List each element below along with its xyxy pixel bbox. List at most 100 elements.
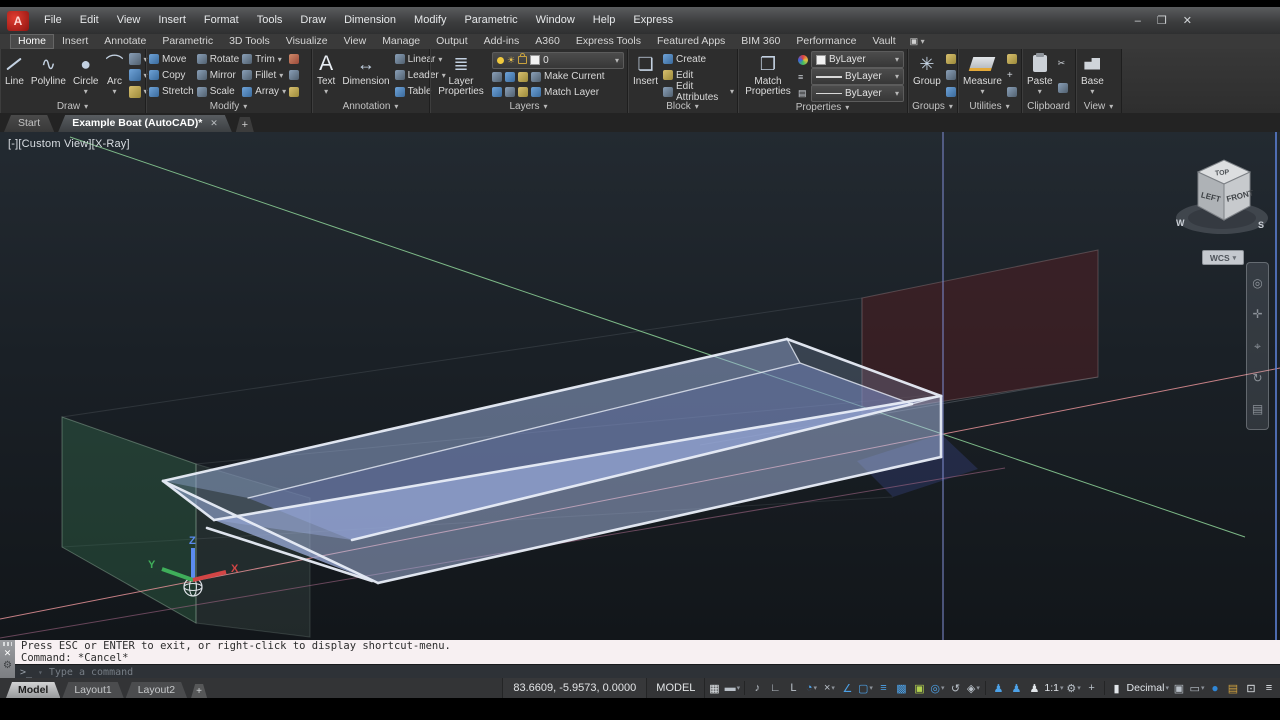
- snap-mode-icon[interactable]: ▬: [723, 679, 741, 697]
- lineweight-list-icon[interactable]: ▤: [798, 87, 808, 101]
- minimize-icon[interactable]: –: [1135, 15, 1141, 27]
- menu-help[interactable]: Help: [584, 7, 625, 34]
- model-space-button[interactable]: MODEL: [647, 678, 706, 698]
- menu-file[interactable]: File: [35, 7, 71, 34]
- layer-tool-icon[interactable]: [492, 71, 502, 82]
- circle-button[interactable]: ● Circle: [71, 51, 101, 100]
- text-button[interactable]: A Text: [315, 51, 337, 100]
- trim-button[interactable]: Trim: [242, 52, 286, 66]
- stretch-button[interactable]: Stretch: [149, 85, 194, 99]
- annotation-autoscale-icon[interactable]: ♟: [1007, 679, 1025, 697]
- ribbon-display-toggle-icon[interactable]: ▣: [910, 34, 925, 49]
- quick-calc-tool-icon[interactable]: [1006, 85, 1017, 99]
- layer-tool-icon[interactable]: [505, 87, 515, 98]
- menu-dimension[interactable]: Dimension: [335, 7, 405, 34]
- tab-insert[interactable]: Insert: [54, 34, 96, 49]
- menu-tools[interactable]: Tools: [248, 7, 292, 34]
- dimension-button[interactable]: ↔ Dimension: [340, 51, 391, 100]
- tab-vault[interactable]: Vault: [865, 34, 904, 49]
- panel-label-properties[interactable]: Properties: [738, 102, 907, 113]
- tab-featured-apps[interactable]: Featured Apps: [649, 34, 733, 49]
- ortho-mode-icon[interactable]: L: [784, 679, 802, 697]
- linetype-list-icon[interactable]: ≡: [798, 70, 808, 84]
- match-layer-row[interactable]: Match Layer: [492, 85, 624, 99]
- group-edit-tool-icon[interactable]: [945, 68, 956, 82]
- full-navigation-wheel-icon[interactable]: ◎: [1252, 277, 1262, 289]
- layer-tool-icon[interactable]: [531, 87, 541, 98]
- panel-label-groups[interactable]: Groups: [908, 100, 957, 113]
- copy-button[interactable]: Copy: [149, 68, 194, 82]
- viewcube[interactable]: W S TOP LEFT FRONT: [1168, 144, 1272, 256]
- tab-performance[interactable]: Performance: [788, 34, 864, 49]
- panel-label-utilities[interactable]: Utilities: [958, 100, 1021, 113]
- ellipse-tool-icon[interactable]: [128, 68, 148, 82]
- units-dropdown[interactable]: Decimal: [1126, 679, 1170, 697]
- erase-tool-icon[interactable]: [289, 52, 300, 66]
- menu-format[interactable]: Format: [195, 7, 248, 34]
- units-ruler-icon[interactable]: ▮: [1108, 679, 1126, 697]
- panel-label-annotation[interactable]: Annotation: [312, 100, 429, 113]
- panel-label-view[interactable]: View: [1076, 100, 1121, 113]
- share-design-view-icon[interactable]: ▤: [1224, 679, 1242, 697]
- menu-insert[interactable]: Insert: [149, 7, 195, 34]
- layer-tool-icon[interactable]: [518, 71, 528, 82]
- make-current-row[interactable]: Make Current: [492, 70, 624, 84]
- wcs-dropdown[interactable]: WCS: [1202, 250, 1244, 265]
- grid-display-icon[interactable]: ▦: [705, 679, 723, 697]
- workspace-switching-icon[interactable]: ⚙: [1065, 679, 1083, 697]
- selection-filtering-icon[interactable]: ◈: [964, 679, 982, 697]
- panel-label-clipboard[interactable]: Clipboard: [1022, 100, 1075, 113]
- tab-output[interactable]: Output: [428, 34, 476, 49]
- insert-block-button[interactable]: ❏ Insert: [631, 51, 660, 100]
- tab-visualize[interactable]: Visualize: [278, 34, 336, 49]
- dynamic-input-icon[interactable]: ♪: [748, 679, 766, 697]
- new-drawing-tab-button[interactable]: +: [236, 117, 254, 132]
- close-document-icon[interactable]: ✕: [210, 115, 218, 132]
- annotation-scale-value[interactable]: 1:1: [1043, 679, 1064, 697]
- viewport-controls-label[interactable]: [-][Custom View][X-Ray]: [8, 138, 130, 150]
- 3d-object-snap-icon[interactable]: ◎: [928, 679, 946, 697]
- command-window-grip[interactable]: ✕ ⚙: [0, 640, 15, 678]
- tab-annotate[interactable]: Annotate: [96, 34, 154, 49]
- drawing-viewport[interactable]: Z Y X [-][Custom View][X-Ray] W S TOP LE…: [0, 132, 1280, 640]
- tab-home[interactable]: Home: [10, 34, 55, 49]
- a360-connect-icon[interactable]: ●: [1206, 679, 1224, 697]
- layer-tool-icon[interactable]: [505, 71, 515, 82]
- file-tab-start[interactable]: Start: [4, 115, 54, 132]
- close-command-window-icon[interactable]: ✕: [4, 648, 12, 658]
- annotation-monitor-icon[interactable]: +: [1083, 679, 1101, 697]
- tab-add-ins[interactable]: Add-ins: [476, 34, 528, 49]
- quick-properties-icon[interactable]: ▣: [1170, 679, 1188, 697]
- group-button[interactable]: ✳ Group: [911, 51, 943, 100]
- graphics-performance-icon[interactable]: ▭: [1188, 679, 1206, 697]
- offset-tool-icon[interactable]: [289, 85, 300, 99]
- layout1-tab[interactable]: Layout1: [62, 682, 123, 698]
- scale-button[interactable]: Scale: [196, 85, 239, 99]
- panel-label-layers[interactable]: Layers: [430, 100, 627, 113]
- infer-constraints-icon[interactable]: ∟: [766, 679, 784, 697]
- customization-icon[interactable]: ≡: [1260, 679, 1278, 697]
- panel-label-block[interactable]: Block: [628, 100, 737, 113]
- annotation-scale-icon[interactable]: ♟: [1025, 679, 1043, 697]
- selection-cycling-icon[interactable]: ▣: [910, 679, 928, 697]
- menu-edit[interactable]: Edit: [71, 7, 108, 34]
- cut-tool-icon[interactable]: ✂: [1058, 56, 1068, 70]
- tab-a360[interactable]: A360: [527, 34, 568, 49]
- edit-attributes-button[interactable]: Edit Attributes: [663, 81, 734, 103]
- file-tab-document[interactable]: Example Boat (AutoCAD)* ✕: [58, 115, 232, 132]
- orbit-icon[interactable]: ↻: [1252, 372, 1262, 384]
- move-button[interactable]: Move: [149, 52, 194, 66]
- rectangle-tool-icon[interactable]: [128, 52, 148, 66]
- recent-commands-icon[interactable]: [38, 667, 43, 678]
- layer-dropdown[interactable]: ☀ 0: [492, 51, 624, 69]
- autosnap-icon[interactable]: ▢: [856, 679, 874, 697]
- section-plane-green[interactable]: [61, 416, 197, 624]
- tab-3d-tools[interactable]: 3D Tools: [221, 34, 278, 49]
- clean-screen-icon[interactable]: ⊡: [1242, 679, 1260, 697]
- mirror-button[interactable]: Mirror: [196, 68, 239, 82]
- hatch-tool-icon[interactable]: [128, 85, 148, 99]
- match-properties-button[interactable]: ❐ Match Properties: [741, 51, 795, 102]
- layer-tool-icon[interactable]: [531, 71, 541, 82]
- measure-button[interactable]: Measure: [961, 51, 1004, 100]
- layer-tool-icon[interactable]: [492, 87, 502, 98]
